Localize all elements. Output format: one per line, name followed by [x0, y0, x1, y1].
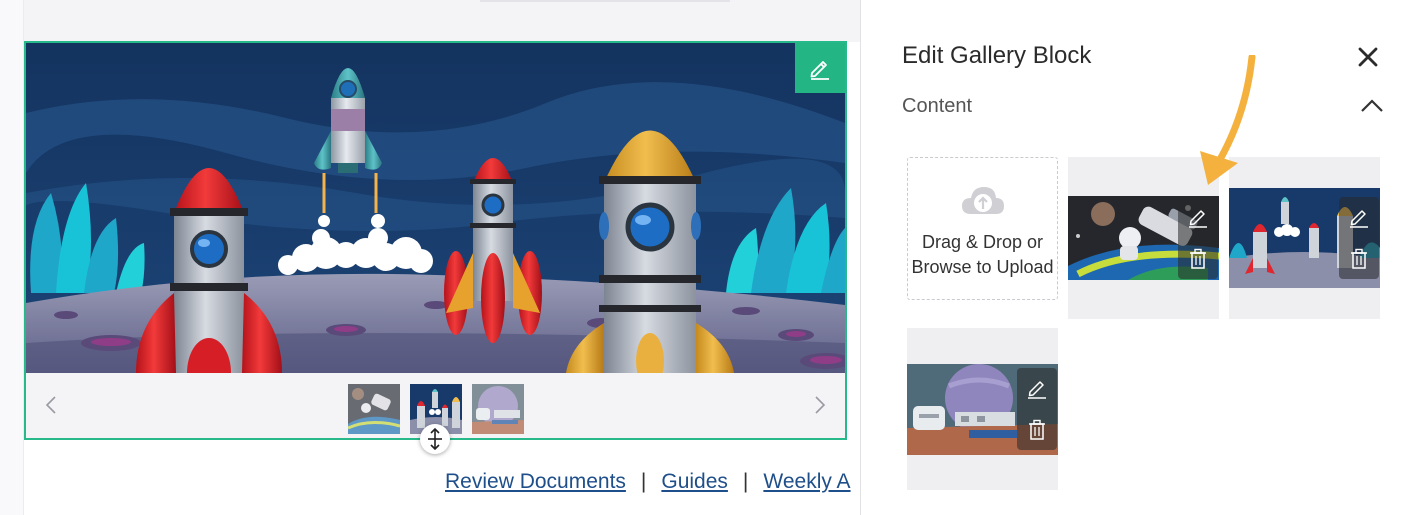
gallery-block[interactable] — [24, 41, 847, 440]
edit-gallery-button[interactable] — [795, 43, 845, 93]
panel-title: Edit Gallery Block — [902, 42, 1092, 69]
pencil-icon — [810, 61, 829, 80]
footer-links: Review Documents | Guides | Weekly A — [445, 470, 860, 498]
previous-block-area — [24, 0, 860, 42]
close-panel-button[interactable] — [1354, 43, 1382, 71]
gallery-item-space-station[interactable] — [907, 328, 1058, 490]
page: Review Documents | Guides | Weekly A Edit Ga… — [0, 0, 1410, 515]
previous-image-button[interactable] — [41, 395, 61, 415]
edit-item-button[interactable] — [1347, 205, 1371, 229]
gallery-item-rockets[interactable] — [1229, 157, 1380, 319]
link-separator: | — [640, 470, 647, 493]
item-tools — [1339, 197, 1379, 279]
block-resize-handle[interactable] — [420, 424, 450, 454]
upload-instructions: Drag & Drop or Browse to Upload — [908, 230, 1057, 280]
guides-link[interactable]: Guides — [661, 470, 728, 493]
pencil-icon — [1350, 210, 1368, 228]
canvas-gutter — [0, 0, 24, 515]
edit-gallery-panel: Edit Gallery Block Content Drag & Drop o… — [861, 0, 1410, 515]
astronaut-thumbnail-image — [348, 384, 400, 434]
review-documents-link[interactable]: Review Documents — [445, 470, 626, 493]
weekly-link[interactable]: Weekly A — [763, 470, 850, 493]
delete-item-button[interactable] — [1025, 418, 1049, 442]
gallery-item-astronaut[interactable] — [1068, 157, 1219, 319]
item-tools — [1178, 197, 1218, 279]
content-section-label: Content — [902, 95, 973, 117]
pencil-icon — [1189, 210, 1207, 228]
item-tools — [1017, 368, 1057, 450]
delete-item-button[interactable] — [1186, 247, 1210, 271]
chevron-up-icon — [1361, 99, 1383, 112]
trash-icon — [1351, 248, 1367, 269]
delete-item-button[interactable] — [1347, 247, 1371, 271]
previous-block-divider — [480, 0, 730, 2]
upload-text-line1: Drag & Drop or — [921, 232, 1044, 252]
chevron-right-icon — [815, 396, 826, 414]
editor-canvas: Review Documents | Guides | Weekly A — [0, 0, 860, 515]
chevron-left-icon — [45, 396, 56, 414]
space-station-thumbnail-image — [472, 384, 524, 434]
edit-item-button[interactable] — [1186, 205, 1210, 229]
next-image-button[interactable] — [810, 395, 830, 415]
image-upload-dropzone[interactable]: Drag & Drop or Browse to Upload — [907, 157, 1058, 300]
cloud-upload-icon — [962, 187, 1004, 214]
pencil-icon — [1028, 381, 1046, 399]
upload-text-line2: Browse to Upload — [911, 257, 1054, 277]
content-section-toggle[interactable]: Content — [902, 95, 1384, 121]
close-icon — [1358, 47, 1378, 67]
vertical-resize-icon — [428, 428, 442, 450]
trash-icon — [1190, 248, 1206, 269]
gallery-main-image — [26, 43, 845, 373]
trash-icon — [1029, 419, 1045, 440]
rocket-launch-illustration — [26, 43, 845, 373]
thumbnail-astronaut[interactable] — [348, 384, 400, 434]
edit-item-button[interactable] — [1025, 376, 1049, 400]
thumbnail-space-station[interactable] — [472, 384, 524, 434]
link-separator: | — [742, 470, 749, 493]
